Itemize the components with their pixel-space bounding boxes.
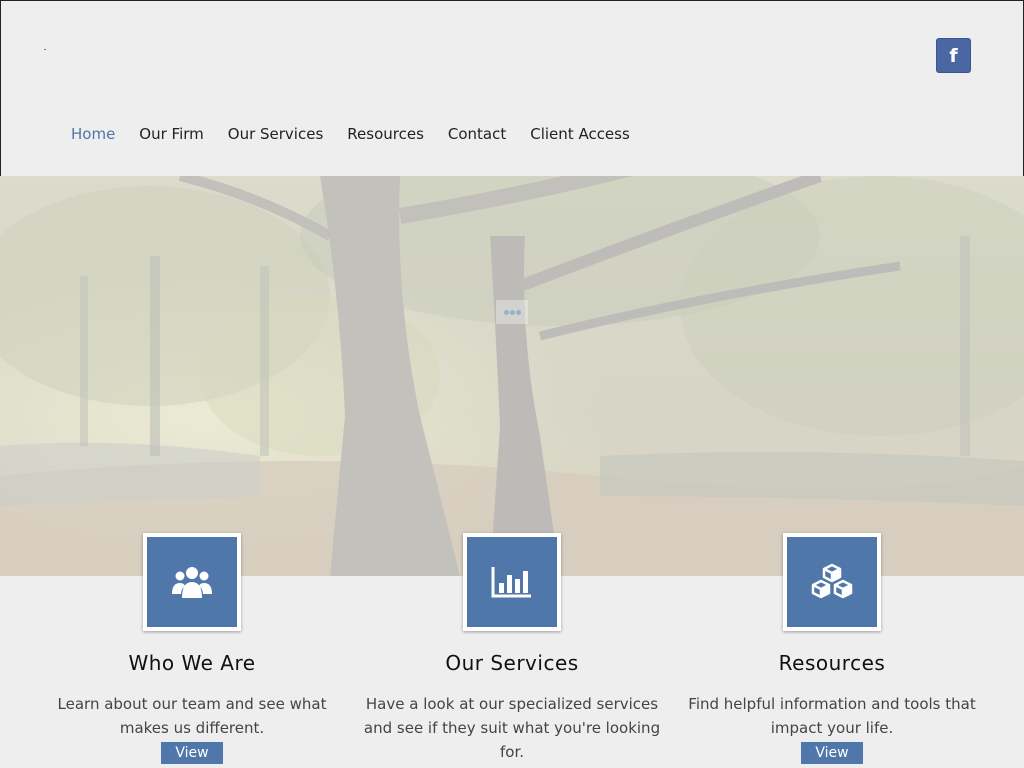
feature-title: Who We Are [128, 651, 256, 675]
nav-item-our-services[interactable]: Our Services [228, 125, 324, 143]
main-nav: Home Our Firm Our Services Resources Con… [71, 125, 654, 143]
view-button[interactable]: View [801, 742, 863, 764]
hero-overlay [0, 176, 1024, 576]
nav-item-resources[interactable]: Resources [347, 125, 424, 143]
site-logo[interactable] [44, 49, 46, 50]
feature-description: Find helpful information and tools that … [688, 695, 976, 737]
feature-title: Resources [778, 651, 886, 675]
facebook-icon: f [949, 44, 958, 67]
site-header: f Home Our Firm Our Services Resources C… [0, 0, 1024, 176]
nav-item-home[interactable]: Home [71, 125, 115, 143]
feature-our-services: Our Services Have a look at our speciali… [352, 533, 672, 764]
nav-item-our-firm[interactable]: Our Firm [139, 125, 203, 143]
bar-chart-icon [491, 567, 531, 598]
feature-tile-button[interactable] [467, 537, 557, 627]
feature-who-we-are: Who We Are Learn about our team and see … [32, 533, 352, 764]
feature-description: Learn about our team and see what makes … [57, 695, 327, 737]
feature-description: Have a look at our specialized services … [363, 695, 661, 761]
loading-dots-icon [496, 300, 528, 324]
facebook-button[interactable]: f [936, 38, 971, 73]
hero-banner [0, 176, 1024, 576]
cubes-icon [811, 563, 853, 599]
users-icon [172, 567, 212, 598]
feature-tile-button[interactable] [787, 537, 877, 627]
nav-item-client-access[interactable]: Client Access [530, 125, 630, 143]
feature-title: Our Services [445, 651, 579, 675]
nav-item-contact[interactable]: Contact [448, 125, 506, 143]
feature-tile-frame [463, 533, 561, 631]
feature-tile-frame [783, 533, 881, 631]
feature-resources: Resources Find helpful information and t… [672, 533, 992, 764]
feature-tile-button[interactable] [147, 537, 237, 627]
page: f Home Our Firm Our Services Resources C… [0, 0, 1024, 768]
view-button[interactable]: View [161, 742, 223, 764]
feature-tile-frame [143, 533, 241, 631]
